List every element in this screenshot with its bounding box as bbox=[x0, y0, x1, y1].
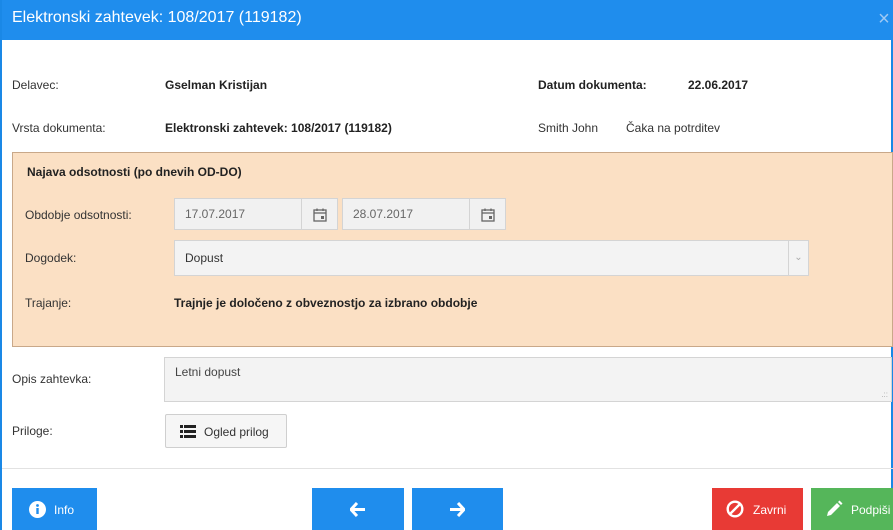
attachments-label: Priloge: bbox=[12, 424, 53, 438]
calendar-from-button[interactable] bbox=[302, 198, 338, 230]
description-textarea[interactable]: Letni dopust .:: bbox=[164, 357, 892, 402]
previous-button[interactable] bbox=[312, 488, 404, 530]
worker-value: Gselman Kristijan bbox=[165, 78, 268, 92]
event-label: Dogodek: bbox=[25, 251, 77, 265]
document-type-value: Elektronski zahtevek: 108/2017 (119182) bbox=[165, 121, 392, 135]
resize-grip-icon[interactable]: .:: bbox=[881, 390, 888, 399]
duration-value: Trajnje je določeno z obveznostjo za izb… bbox=[174, 296, 478, 310]
sign-label: Podpiši bbox=[851, 503, 891, 517]
description-label: Opis zahtevka: bbox=[12, 372, 92, 386]
event-select-value: Dopust bbox=[185, 251, 224, 265]
chevron-down-icon: ⌄ bbox=[788, 241, 808, 275]
date-to-input[interactable]: 28.07.2017 bbox=[342, 198, 470, 230]
arrow-left-icon bbox=[350, 502, 365, 517]
document-date-label: Datum dokumenta: bbox=[538, 78, 647, 92]
info-label: Info bbox=[54, 503, 75, 517]
calendar-to-button[interactable] bbox=[470, 198, 506, 230]
footer-divider bbox=[2, 468, 893, 469]
duration-label: Trajanje: bbox=[25, 296, 72, 310]
sign-button[interactable]: Podpiši bbox=[811, 488, 893, 530]
close-icon[interactable]: × bbox=[873, 7, 893, 31]
pencil-icon bbox=[827, 500, 843, 516]
document-type-label: Vrsta dokumenta: bbox=[12, 121, 106, 135]
info-button[interactable]: Info bbox=[12, 488, 97, 530]
list-icon bbox=[180, 425, 196, 438]
next-button[interactable] bbox=[412, 488, 503, 530]
dialog-title: Elektronski zahtevek: 108/2017 (119182) bbox=[12, 9, 302, 26]
calendar-icon bbox=[313, 208, 327, 222]
absence-panel: Najava odsotnosti (po dnevih OD-DO) Obdo… bbox=[12, 152, 893, 347]
document-date-value: 22.06.2017 bbox=[688, 78, 749, 92]
period-label: Obdobje odsotnosti: bbox=[25, 208, 132, 222]
status-text: Čaka na potrditev bbox=[626, 121, 721, 135]
ban-icon bbox=[726, 500, 744, 518]
approver-name: Smith John bbox=[538, 121, 599, 135]
event-select[interactable]: Dopust ⌄ bbox=[174, 240, 809, 276]
arrow-right-icon bbox=[450, 502, 465, 517]
date-from-input[interactable]: 17.07.2017 bbox=[174, 198, 302, 230]
calendar-icon bbox=[481, 208, 495, 222]
info-icon bbox=[29, 501, 46, 518]
view-attachments-label: Ogled prilog bbox=[204, 425, 269, 439]
worker-label: Delavec: bbox=[12, 78, 59, 92]
reject-button[interactable]: Zavrni bbox=[712, 488, 803, 530]
request-dialog: Elektronski zahtevek: 108/2017 (119182) … bbox=[0, 0, 893, 530]
absence-panel-title: Najava odsotnosti (po dnevih OD-DO) bbox=[27, 165, 242, 179]
description-value: Letni dopust bbox=[175, 365, 241, 379]
reject-label: Zavrni bbox=[753, 503, 787, 517]
title-bar: Elektronski zahtevek: 108/2017 (119182) … bbox=[2, 0, 893, 40]
view-attachments-button[interactable]: Ogled prilog bbox=[165, 414, 287, 448]
